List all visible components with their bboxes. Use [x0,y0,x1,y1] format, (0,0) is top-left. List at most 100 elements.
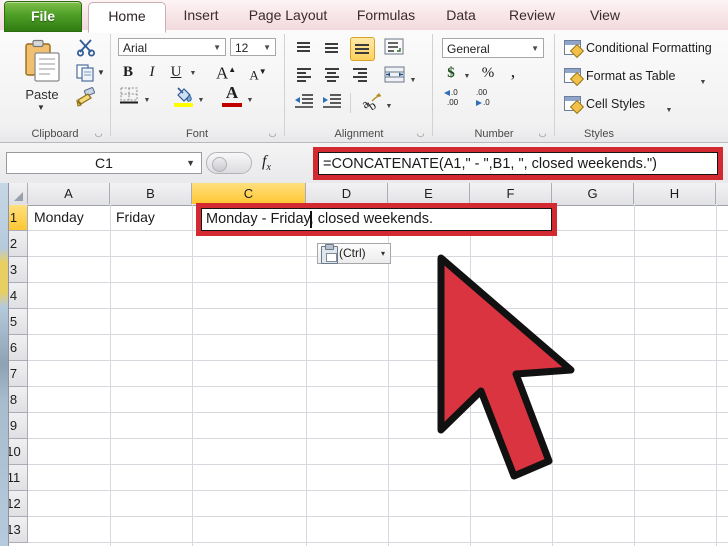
align-top-button[interactable] [294,39,313,57]
cell-b1[interactable]: Friday [111,205,192,230]
tab-view[interactable]: View [574,2,636,31]
column-header-d[interactable]: D [306,183,388,204]
left-edge-strip[interactable] [0,183,9,546]
svg-text:.0: .0 [451,88,458,97]
font-color-caret-icon[interactable]: ▼ [245,91,255,111]
shrink-font-button[interactable]: A▼ [248,62,268,85]
column-header-a[interactable]: A [28,183,110,204]
alignment-dialog-launcher-icon[interactable]: ◡ [415,128,426,139]
column-header-e[interactable]: E [388,183,470,204]
name-box[interactable]: C1 ▼ [6,152,202,174]
cell-styles-icon[interactable] [564,96,581,111]
paste-button[interactable]: Paste ▼ [14,37,70,121]
borders-icon[interactable] [120,87,138,104]
font-dialog-launcher-icon[interactable]: ◡ [267,128,278,139]
scissors-icon[interactable] [76,37,96,57]
decrease-decimal-icon[interactable]: .00 .0 [472,87,498,107]
chevron-down-icon[interactable]: ▾ [381,244,385,263]
align-left-button[interactable] [294,67,313,85]
align-middle-button[interactable] [350,37,375,61]
grid-line [28,412,728,413]
format-painter-icon[interactable] [74,87,96,107]
currency-button[interactable]: $ [444,63,458,83]
column-header-g[interactable]: G [552,183,634,204]
insert-function-icon[interactable]: fx [262,153,271,173]
paste-options-label: (Ctrl) [339,246,366,260]
italic-button[interactable]: I [144,62,160,82]
copy-icon[interactable] [76,64,95,82]
cell-c1[interactable]: Monday - Friday, closed weekends. [201,208,552,231]
currency-caret-icon[interactable]: ▼ [462,67,472,87]
chevron-down-icon[interactable]: ▼ [531,39,539,59]
tab-data[interactable]: Data [432,2,490,31]
font-size-combo[interactable]: 12 ▼ [230,38,276,56]
column-header-f[interactable]: F [470,183,552,204]
clipboard-dialog-launcher-icon[interactable]: ◡ [93,128,104,139]
paste-icon [25,39,60,82]
group-separator [554,34,555,136]
chevron-down-icon[interactable]: ▼ [213,39,221,57]
chevron-down-icon[interactable]: ▼ [263,39,271,57]
font-color-button[interactable]: A [222,83,242,103]
ribbon-group-label-font: Font [185,128,208,140]
align-right-button[interactable] [350,67,369,85]
paste-options-icon [321,244,338,264]
ribbon-group-clipboard: Paste ▼ ▼ Clipboard ◡ [0,31,110,141]
tab-home[interactable]: Home [88,2,166,33]
font-name-combo[interactable]: Arial ▼ [118,38,226,56]
formula-bar-buttons[interactable] [206,152,252,174]
underline-caret-icon[interactable]: ▼ [188,64,198,84]
align-center-button[interactable] [322,67,341,85]
ribbon: Paste ▼ ▼ Clipboard ◡ Arial ▼ 12 ▼ B I U… [0,30,728,143]
cell-a1[interactable]: Monday [29,205,110,230]
svg-text:.00: .00 [447,98,459,107]
tab-insert[interactable]: Insert [170,2,232,31]
increase-decimal-icon[interactable]: .0 .00 [442,87,468,107]
increase-indent-icon[interactable] [322,93,342,110]
cell-styles-button[interactable]: Cell Styles [586,97,645,111]
decrease-indent-icon[interactable] [294,93,314,110]
grid-line [28,438,728,439]
fill-color-caret-icon[interactable]: ▼ [196,91,206,111]
grow-font-button[interactable]: A▲ [216,60,236,84]
wrap-text-icon[interactable] [384,38,404,56]
tab-page-layout[interactable]: Page Layout [236,2,340,31]
conditional-formatting-button[interactable]: Conditional Formatting [586,41,712,55]
tab-review[interactable]: Review [494,2,570,31]
paste-caret-icon[interactable]: ▼ [37,103,45,112]
number-format-combo[interactable]: General ▼ [442,38,544,58]
copy-caret-icon[interactable]: ▼ [97,68,105,77]
borders-caret-icon[interactable]: ▼ [142,91,152,111]
underline-button[interactable]: U [168,62,184,82]
format-as-table-icon[interactable] [564,68,581,83]
merge-caret-icon[interactable]: ▼ [408,71,418,91]
column-header-b[interactable]: B [110,183,192,204]
conditional-formatting-icon[interactable] [564,40,581,55]
formula-input[interactable]: =CONCATENATE(A1," - ",B1, ", closed week… [318,152,718,175]
orientation-icon[interactable]: a b [362,92,384,110]
bold-button[interactable]: B [120,62,136,82]
grid-line [28,516,728,517]
orientation-caret-icon[interactable]: ▼ [384,97,394,117]
column-header-h[interactable]: H [634,183,716,204]
percent-button[interactable]: % [480,63,496,83]
grow-font-label: A [216,63,229,83]
chevron-down-icon[interactable]: ▼ [186,153,195,173]
ribbon-tab-strip: File Home Insert Page Layout Formulas Da… [0,0,728,33]
align-middle-button-alt[interactable] [322,39,341,57]
tab-formulas[interactable]: Formulas [344,2,428,31]
format-as-table-button[interactable]: Format as Table [586,69,675,83]
paste-options-smart-tag[interactable]: (Ctrl) ▾ [317,243,391,264]
shrink-font-label: A [249,67,259,83]
column-header-c[interactable]: C [192,183,306,204]
column-header-i[interactable] [716,183,728,204]
ribbon-group-label-styles: Styles [584,128,614,140]
comma-button[interactable]: , [506,61,520,81]
cell-styles-caret-icon[interactable]: ▼ [664,101,674,121]
tab-file[interactable]: File [4,1,82,32]
svg-text:.0: .0 [483,98,490,107]
fill-color-icon[interactable] [174,86,193,104]
format-as-table-caret-icon[interactable]: ▼ [698,73,708,93]
svg-text:.00: .00 [476,88,488,97]
merge-and-center-icon[interactable] [384,66,405,84]
